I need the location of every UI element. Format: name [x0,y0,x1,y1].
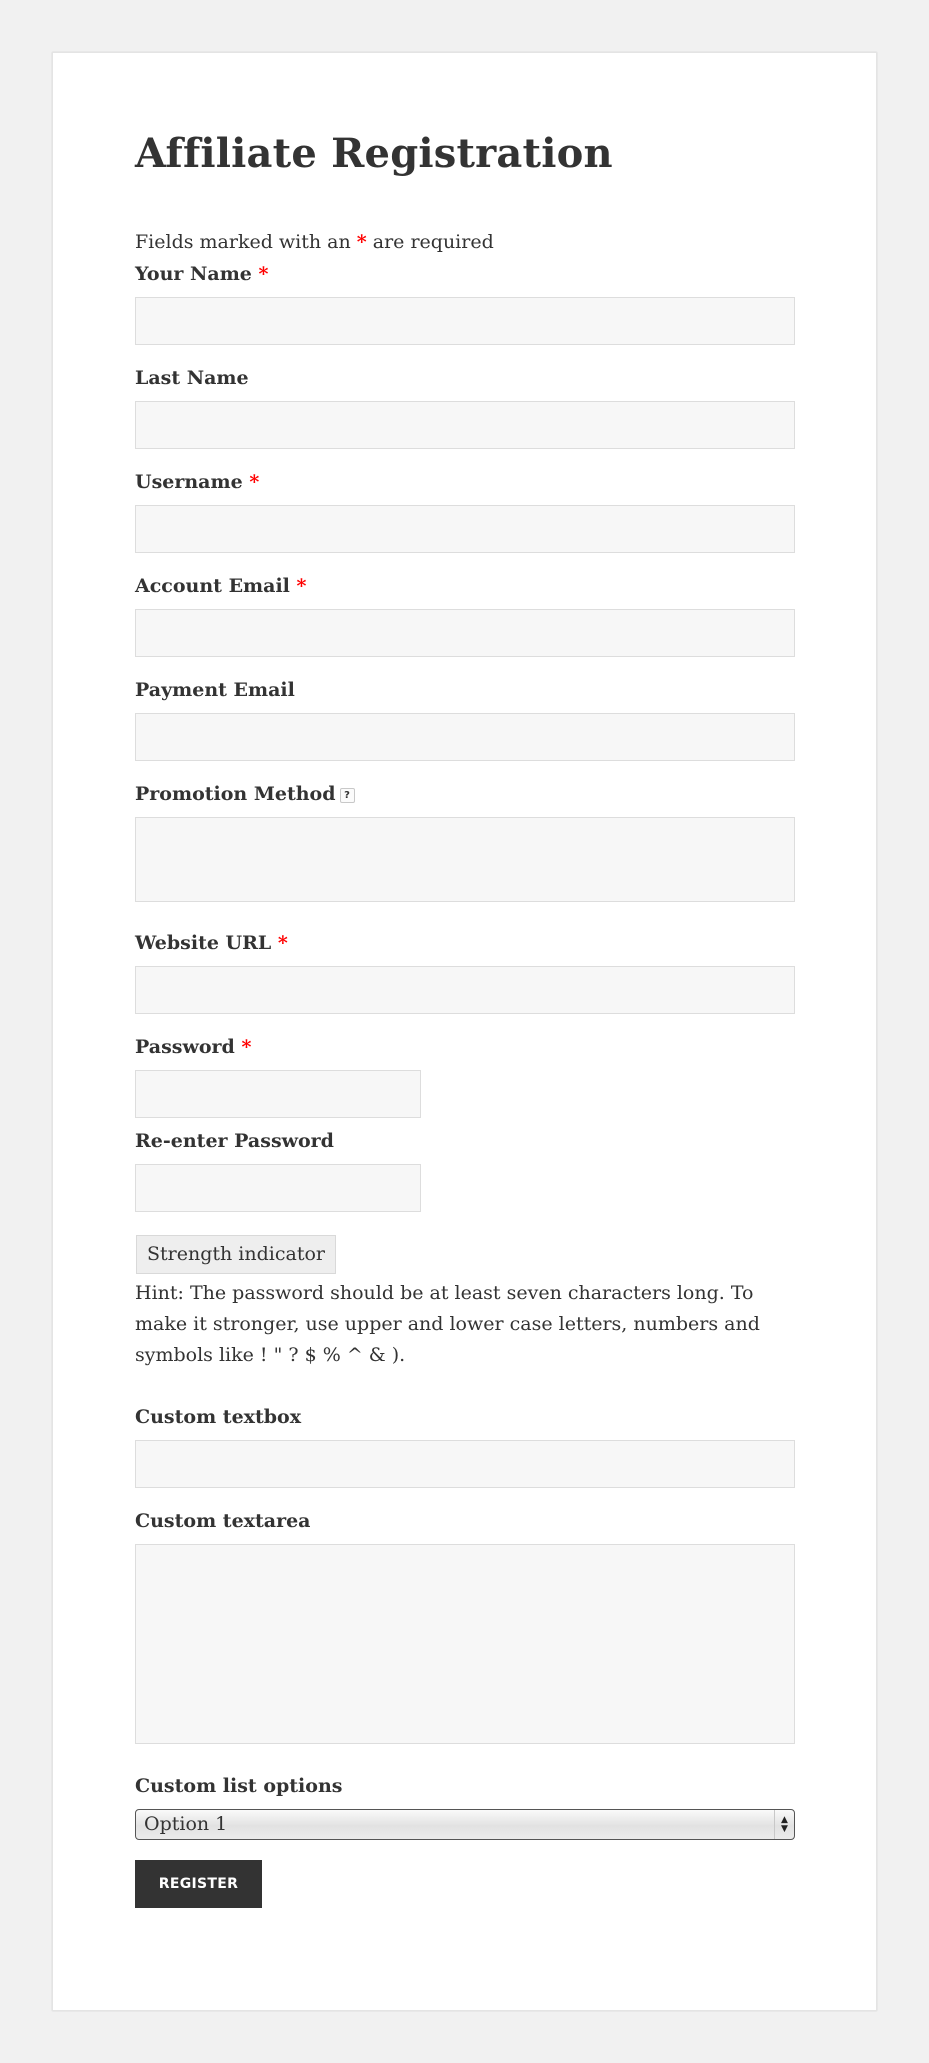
register-button[interactable]: REGISTER [135,1860,262,1908]
account-email-label: Account Email * [135,575,306,597]
custom-textarea-label: Custom textarea [135,1510,311,1532]
required-star: * [277,932,288,954]
username-label-text: Username [135,471,243,493]
last-name-input[interactable] [135,401,795,449]
required-note-suffix: are required [366,231,494,253]
password-label-text: Password [135,1036,235,1058]
account-email-label-text: Account Email [135,575,290,597]
promotion-method-label-text: Promotion Method [135,783,336,805]
reenter-password-label: Re-enter Password [135,1130,334,1152]
custom-textbox-label: Custom textbox [135,1406,302,1428]
website-url-input[interactable] [135,966,795,1014]
your-name-input[interactable] [135,297,795,345]
select-arrows-icon: ▲ ▼ [774,1810,794,1839]
username-input[interactable] [135,505,795,553]
custom-list-select[interactable]: Option 1 ▲ ▼ [135,1809,795,1840]
website-url-label: Website URL * [135,932,288,954]
arrow-down-icon: ▼ [781,1824,788,1834]
help-icon[interactable]: ? [339,788,355,803]
custom-list-selected-value: Option 1 [144,1813,228,1835]
promotion-method-label: Promotion Method? [135,783,355,805]
required-star: * [249,471,260,493]
website-url-label-text: Website URL [135,932,272,954]
promotion-method-textarea[interactable] [135,817,795,902]
payment-email-input[interactable] [135,713,795,761]
payment-email-label: Payment Email [135,679,295,701]
required-star: * [241,1036,252,1058]
custom-textbox-input[interactable] [135,1440,795,1488]
password-strength-indicator: Strength indicator [136,1235,336,1274]
required-star: * [296,575,307,597]
required-fields-note: Fields marked with an * are required [135,231,494,253]
required-star: * [258,263,269,285]
required-note-prefix: Fields marked with an [135,231,357,253]
username-label: Username * [135,471,259,493]
account-email-input[interactable] [135,609,795,657]
custom-list-label: Custom list options [135,1775,343,1797]
custom-textarea[interactable] [135,1544,795,1744]
your-name-label-text: Your Name [135,263,252,285]
password-input[interactable] [135,1070,421,1118]
required-star: * [356,231,367,253]
password-label: Password * [135,1036,251,1058]
page-title: Affiliate Registration [135,130,613,177]
last-name-label: Last Name [135,367,249,389]
reenter-password-input[interactable] [135,1164,421,1212]
your-name-label: Your Name * [135,263,268,285]
password-hint: Hint: The password should be at least se… [135,1282,760,1366]
